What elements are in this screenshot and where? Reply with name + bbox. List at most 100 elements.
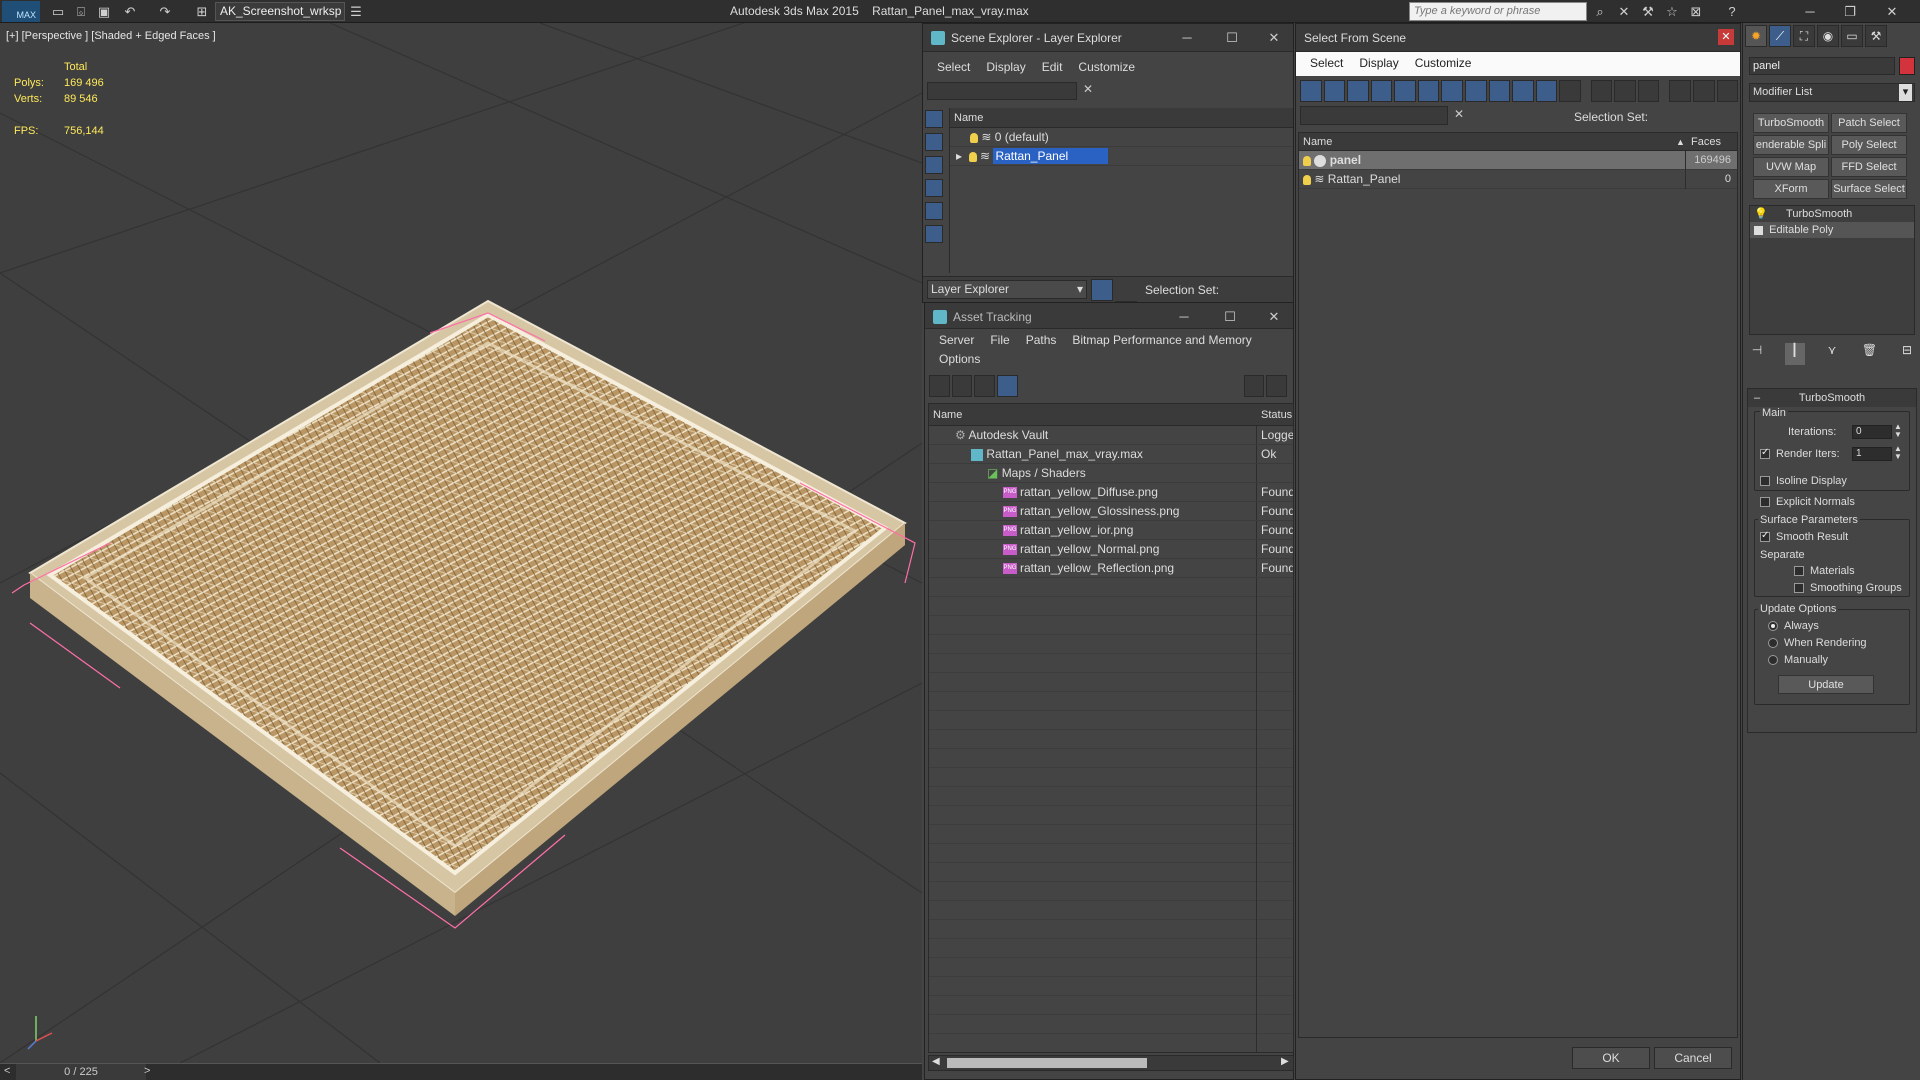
se-menu-customize[interactable]: Customize: [1072, 56, 1145, 78]
se-menu-display[interactable]: Display: [980, 56, 1035, 78]
time-next-button[interactable]: >: [144, 1065, 150, 1077]
modifier-renderable-spline-button[interactable]: enderable Spli: [1753, 135, 1829, 155]
modifier-patch-select-button[interactable]: Patch Select: [1831, 113, 1907, 133]
se-find-field[interactable]: [927, 82, 1077, 100]
at-maximize-icon[interactable]: ☐: [1221, 308, 1239, 326]
subscription-icon[interactable]: ⚒: [1638, 2, 1658, 21]
filter-xrefs-icon[interactable]: [1464, 80, 1487, 102]
spinner-arrows-icon[interactable]: ▲ ▼: [1894, 445, 1902, 461]
at-menu-server[interactable]: Server: [933, 329, 984, 348]
at-table-icon[interactable]: [997, 375, 1018, 397]
se-display-shapes-icon[interactable]: [925, 133, 943, 151]
at-col-status[interactable]: Status: [1261, 404, 1292, 426]
modifier-turbosmooth-button[interactable]: TurboSmooth: [1753, 113, 1829, 133]
time-prev-button[interactable]: <: [4, 1065, 10, 1077]
sfs-light-icon[interactable]: [1303, 155, 1311, 166]
se-column-name[interactable]: Name: [950, 108, 1293, 128]
display-tab-icon[interactable]: ▭: [1841, 25, 1863, 47]
filter-bones-icon[interactable]: [1488, 80, 1511, 102]
object-color-swatch[interactable]: [1899, 57, 1915, 75]
sfs-light-icon[interactable]: [1303, 174, 1311, 185]
modifier-list-dropdown[interactable]: Modifier List ▾: [1749, 83, 1915, 102]
render-iters-checkbox[interactable]: [1760, 447, 1770, 460]
time-slider-thumb[interactable]: 0 / 225: [16, 1064, 146, 1080]
time-slider[interactable]: < 0 / 225 >: [0, 1063, 922, 1080]
scrollbar-thumb[interactable]: [947, 1058, 1147, 1068]
make-unique-icon[interactable]: ⋎: [1822, 343, 1842, 365]
modifier-uvw-map-button[interactable]: UVW Map: [1753, 157, 1829, 177]
se-clear-icon[interactable]: ✕: [1083, 82, 1093, 96]
tools-icon[interactable]: ✕: [1614, 2, 1634, 21]
scene-explorer-close-icon[interactable]: ✕: [1265, 29, 1283, 47]
at-minimize-icon[interactable]: ─: [1175, 308, 1193, 326]
at-row[interactable]: PNG rattan_yellow_Reflection.png Found: [929, 559, 1293, 578]
sfs-col-faces[interactable]: Faces: [1691, 133, 1721, 151]
at-menu-file[interactable]: File: [984, 329, 1019, 348]
se-display-helpers-icon[interactable]: [925, 202, 943, 220]
filter-helpers-icon[interactable]: [1394, 80, 1416, 102]
show-end-result-icon[interactable]: ┃: [1784, 343, 1805, 365]
bulb-icon[interactable]: 💡: [1754, 208, 1768, 220]
binoculars-icon[interactable]: ⌕: [1590, 2, 1610, 21]
se-menu-edit[interactable]: Edit: [1036, 56, 1073, 78]
favorites-icon[interactable]: ☆: [1662, 2, 1682, 21]
hierarchy-tab-icon[interactable]: ⛶: [1793, 25, 1815, 47]
at-thumbnail-icon[interactable]: [974, 375, 996, 397]
display-invert-icon[interactable]: [1637, 80, 1660, 102]
maximize-icon[interactable]: ❐: [1840, 2, 1860, 21]
isoline-checkbox[interactable]: [1760, 476, 1770, 487]
spinner-arrows-icon[interactable]: ▲ ▼: [1894, 423, 1902, 439]
at-menu-bitmap[interactable]: Bitmap Performance and Memory: [1066, 329, 1261, 348]
se-display-geometry-icon[interactable]: [925, 110, 943, 128]
asset-tracking-titlebar[interactable]: Asset Tracking ─ ☐ ✕: [925, 303, 1293, 329]
at-row[interactable]: PNG rattan_yellow_Normal.png Found: [929, 540, 1293, 559]
display-none-icon[interactable]: [1614, 80, 1636, 102]
se-layer-mode-icon[interactable]: [1091, 279, 1113, 301]
sfs-collapse-icon[interactable]: [1716, 80, 1739, 102]
sfs-menu-customize[interactable]: Customize: [1409, 52, 1482, 76]
when-rendering-radio[interactable]: [1768, 638, 1778, 649]
sfs-close-icon[interactable]: ✕: [1718, 29, 1734, 45]
at-settings-icon[interactable]: [1266, 375, 1288, 397]
sfs-clear-icon[interactable]: ✕: [1454, 107, 1464, 121]
undo-icon[interactable]: ↶: [120, 2, 140, 21]
filter-hidden-icon[interactable]: [1559, 80, 1581, 102]
workspace-menu-icon[interactable]: ☰: [346, 2, 366, 21]
sfs-col-name[interactable]: Name: [1303, 136, 1332, 148]
exchange-icon[interactable]: ⊠: [1686, 2, 1706, 21]
perspective-viewport[interactable]: [+] [Perspective ] [Shaded + Edged Faces…: [0, 23, 922, 1063]
explicit-normals-checkbox[interactable]: [1760, 497, 1770, 508]
at-row[interactable]: PNG rattan_yellow_Diffuse.png Found: [929, 483, 1293, 502]
at-row[interactable]: PNG rattan_yellow_Glossiness.png Found: [929, 502, 1293, 521]
scroll-right-icon[interactable]: ▶: [1281, 1056, 1289, 1067]
rollout-header[interactable]: – TurboSmooth: [1748, 389, 1916, 407]
se-layer-light-icon[interactable]: [970, 132, 978, 143]
expand-plus-icon[interactable]: [1754, 225, 1763, 235]
workspace-dropdown[interactable]: AK_Screenshot_wrksp ▾: [215, 2, 345, 21]
se-layer-row[interactable]: ≋ 0 (default): [950, 128, 1293, 147]
new-file-icon[interactable]: ▭: [48, 2, 68, 21]
at-menu-paths[interactable]: Paths: [1020, 329, 1067, 348]
manually-radio[interactable]: [1768, 655, 1778, 666]
modifier-poly-select-button[interactable]: Poly Select: [1831, 135, 1907, 155]
scene-explorer-minimize-icon[interactable]: ─: [1178, 29, 1196, 47]
pin-stack-icon[interactable]: ⊣: [1747, 343, 1767, 365]
scene-explorer-maximize-icon[interactable]: ☐: [1223, 29, 1241, 47]
at-hscrollbar[interactable]: ◀ ▶: [928, 1055, 1294, 1071]
remove-modifier-icon[interactable]: 🗑: [1860, 343, 1880, 365]
at-close-icon[interactable]: ✕: [1265, 308, 1283, 326]
sfs-row[interactable]: panel 169496: [1299, 151, 1737, 170]
filter-geometry-icon[interactable]: [1300, 80, 1322, 102]
display-all-icon[interactable]: [1590, 80, 1613, 102]
create-tab-icon[interactable]: ✹: [1745, 25, 1767, 47]
expand-arrow-icon[interactable]: ▸: [956, 149, 962, 163]
utilities-tab-icon[interactable]: ⚒: [1865, 25, 1887, 47]
search-input[interactable]: Type a keyword or phrase: [1409, 2, 1587, 21]
smooth-result-checkbox[interactable]: [1760, 530, 1770, 543]
modifier-ffd-select-button[interactable]: FFD Select: [1831, 157, 1907, 177]
scene-explorer-titlebar[interactable]: Scene Explorer - Layer Explorer ─ ☐ ✕: [923, 24, 1293, 52]
at-refresh-icon[interactable]: [929, 375, 950, 397]
filter-containers-icon[interactable]: [1512, 80, 1534, 102]
se-display-lights-icon[interactable]: [925, 156, 943, 174]
at-col-name[interactable]: Name: [933, 409, 962, 421]
